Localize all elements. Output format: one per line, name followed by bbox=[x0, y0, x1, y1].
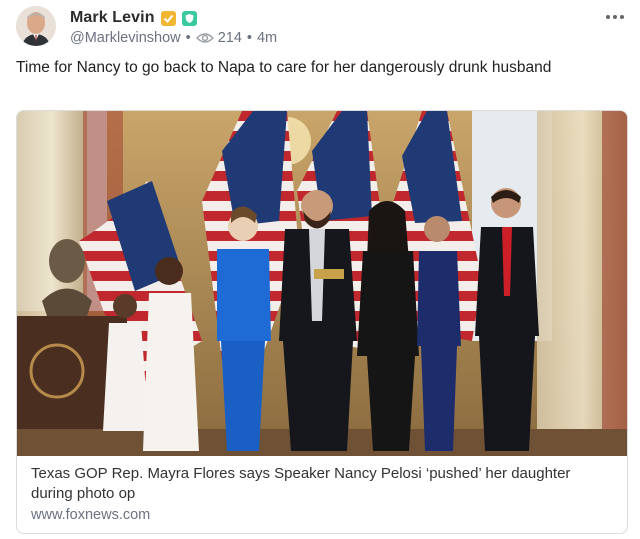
more-options-icon[interactable] bbox=[606, 12, 628, 22]
avatar-portrait-image bbox=[16, 6, 56, 46]
link-preview-domain[interactable]: www.foxnews.com bbox=[31, 507, 616, 523]
avatar[interactable] bbox=[16, 6, 56, 46]
swearing-in-photo bbox=[17, 111, 627, 456]
gold-verified-badge-icon bbox=[160, 10, 176, 26]
more-dot bbox=[620, 15, 624, 19]
author-display-name[interactable]: Mark Levin bbox=[70, 9, 155, 27]
author-handle[interactable]: @Marklevinshow bbox=[70, 30, 181, 46]
link-preview-text: Texas GOP Rep. Mayra Flores says Speaker… bbox=[31, 464, 616, 523]
eye-icon bbox=[195, 32, 214, 44]
more-dot bbox=[606, 15, 610, 19]
link-preview-card[interactable]: Texas GOP Rep. Mayra Flores says Speaker… bbox=[16, 110, 628, 534]
link-preview-image[interactable] bbox=[17, 111, 627, 456]
shield-badge-icon bbox=[181, 10, 197, 26]
meta-separator: • bbox=[185, 30, 191, 46]
view-count: 214 bbox=[217, 30, 242, 46]
post-timestamp[interactable]: 4m bbox=[257, 30, 277, 46]
meta-separator: • bbox=[246, 30, 252, 46]
post-body-text: Time for Nancy to go back to Napa to car… bbox=[16, 59, 552, 76]
author-name-row: Mark Levin bbox=[70, 8, 197, 28]
more-dot bbox=[613, 15, 617, 19]
post-card: Mark Levin @Marklevinshow • 214 • 4m Tim… bbox=[0, 0, 640, 539]
author-meta-row: @Marklevinshow • 214 • 4m bbox=[70, 29, 277, 47]
link-preview-title[interactable]: Texas GOP Rep. Mayra Flores says Speaker… bbox=[31, 464, 616, 504]
